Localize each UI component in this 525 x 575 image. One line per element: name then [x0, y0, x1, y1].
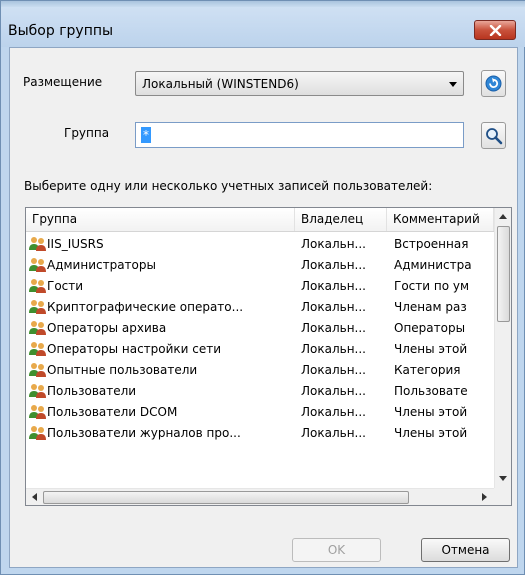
group-name: IIS_IUSRS	[47, 237, 104, 251]
group-input-value: *	[141, 127, 151, 143]
list-item[interactable]: Опытные пользователи Локальн... Категори…	[26, 360, 494, 381]
scroll-left-icon[interactable]	[32, 493, 37, 501]
group-list[interactable]: Группа Владелец Комментарий IIS_IUSRS Ло…	[25, 207, 512, 506]
group-comment: Администра	[394, 258, 472, 272]
group-name: Администраторы	[47, 258, 156, 272]
search-button[interactable]	[481, 122, 506, 149]
group-owner: Локальн...	[301, 405, 366, 419]
horizontal-scroll-thumb[interactable]	[43, 491, 409, 504]
group-icon	[28, 404, 47, 423]
scroll-right-icon[interactable]	[482, 493, 487, 501]
group-owner: Локальн...	[301, 258, 366, 272]
group-icon	[28, 362, 47, 381]
instructions-text: Выберите одну или несколько учетных запи…	[24, 179, 433, 193]
ok-button[interactable]: OK	[292, 538, 381, 562]
refresh-button[interactable]	[481, 70, 506, 97]
chevron-down-icon	[449, 82, 457, 87]
group-owner: Локальн...	[301, 300, 366, 314]
location-label: Размещение	[23, 75, 103, 89]
group-input[interactable]: *	[135, 122, 464, 148]
group-name: Пользователи	[47, 384, 137, 398]
column-header-owner[interactable]: Владелец	[295, 208, 387, 231]
group-comment: Категория	[394, 363, 461, 377]
group-comment: Встроенная	[394, 237, 469, 251]
list-item[interactable]: Операторы настройки сети Локальн... Член…	[26, 339, 494, 360]
group-owner: Локальн...	[301, 384, 366, 398]
list-item[interactable]: Криптографические операто... Локальн... …	[26, 297, 494, 318]
group-comment: Члены этой	[394, 426, 468, 440]
group-owner: Локальн...	[301, 279, 366, 293]
refresh-icon	[485, 75, 502, 92]
group-name: Операторы настройки сети	[47, 342, 222, 356]
group-name: Опытные пользователи	[47, 363, 198, 377]
group-name: Пользователи DCOM	[47, 405, 178, 419]
group-icon	[28, 341, 47, 360]
group-icon	[28, 383, 47, 402]
group-icon	[28, 425, 47, 444]
group-owner: Локальн...	[301, 321, 366, 335]
dialog-client-area: Размещение Локальный (WINSTEND6) Группа …	[9, 47, 518, 568]
group-comment: Операторы	[394, 321, 466, 335]
group-icon	[28, 236, 47, 255]
group-icon	[28, 257, 47, 276]
group-comment: Пользовате	[394, 384, 468, 398]
group-comment: Членам раз	[394, 300, 467, 314]
group-icon	[28, 278, 47, 297]
list-item[interactable]: Операторы архива Локальн... Операторы	[26, 318, 494, 339]
title-bar[interactable]: Выбор группы	[1, 7, 525, 47]
group-owner: Локальн...	[301, 426, 366, 440]
close-button[interactable]	[474, 20, 516, 40]
list-item[interactable]: Пользователи журналов про... Локальн... …	[26, 423, 494, 444]
group-icon	[28, 299, 47, 318]
column-header-group[interactable]: Группа	[26, 208, 295, 231]
search-icon	[486, 128, 503, 145]
list-item[interactable]: Гости Локальн... Гости по ум	[26, 276, 494, 297]
scrollbar-corner	[494, 488, 511, 505]
list-header: Группа Владелец Комментарий	[26, 208, 494, 232]
dialog-window: Выбор группы Размещение Локальный (WINST…	[0, 0, 525, 575]
scroll-down-icon[interactable]	[499, 476, 507, 481]
group-label: Группа	[64, 126, 110, 140]
cancel-button[interactable]: Отмена	[421, 538, 510, 562]
group-owner: Локальн...	[301, 363, 366, 377]
group-name: Криптографические операто...	[47, 300, 244, 314]
column-header-comment[interactable]: Комментарий	[387, 208, 494, 231]
vertical-scroll-thumb[interactable]	[497, 226, 510, 322]
vertical-scrollbar[interactable]	[494, 208, 511, 488]
group-owner: Локальн...	[301, 237, 366, 251]
list-item[interactable]: Администраторы Локальн... Администра	[26, 255, 494, 276]
list-item[interactable]: Пользователи DCOM Локальн... Члены этой	[26, 402, 494, 423]
scroll-up-icon[interactable]	[499, 214, 507, 219]
location-value: Локальный (WINSTEND6)	[142, 77, 299, 91]
window-title: Выбор группы	[8, 23, 114, 39]
group-name: Пользователи журналов про...	[47, 426, 241, 440]
list-item[interactable]: IIS_IUSRS Локальн... Встроенная	[26, 234, 494, 255]
close-icon	[489, 25, 502, 36]
group-name: Гости	[47, 279, 84, 293]
list-item[interactable]: Пользователи Локальн... Пользовате	[26, 381, 494, 402]
group-comment: Гости по ум	[394, 279, 470, 293]
location-dropdown[interactable]: Локальный (WINSTEND6)	[135, 71, 464, 96]
group-comment: Члены этой	[394, 405, 468, 419]
group-owner: Локальн...	[301, 342, 366, 356]
group-name: Операторы архива	[47, 321, 167, 335]
group-icon	[28, 320, 47, 339]
horizontal-scrollbar[interactable]	[26, 488, 494, 505]
group-comment: Члены этой	[394, 342, 468, 356]
